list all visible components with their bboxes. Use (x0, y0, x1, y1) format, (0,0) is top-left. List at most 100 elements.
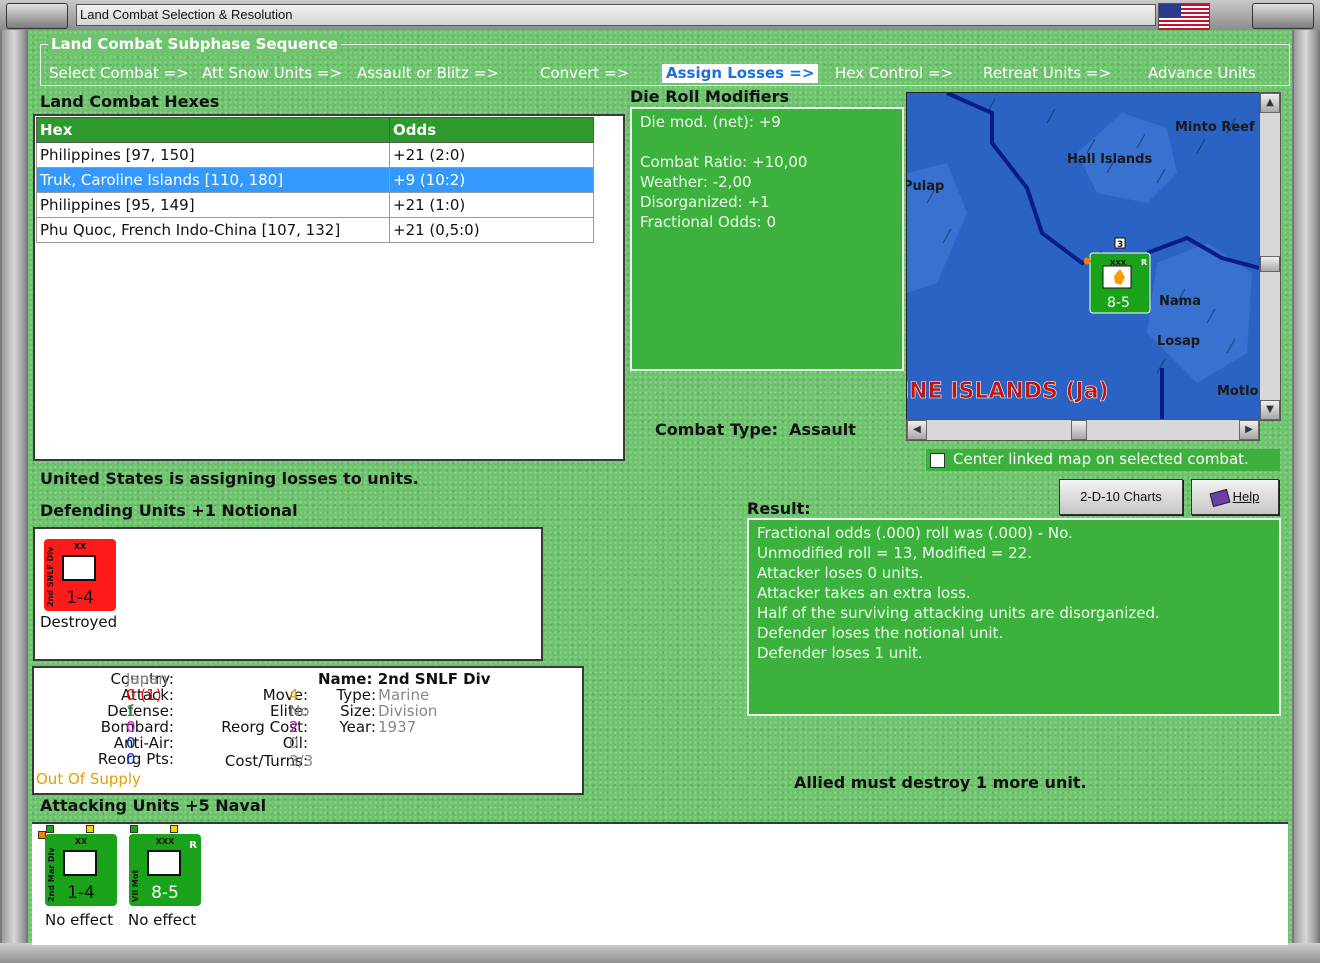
map-label: Motlo (1217, 384, 1259, 399)
charts-button[interactable]: 2-D-10 Charts (1059, 479, 1183, 515)
result-line: Defender loses the notional unit. (757, 624, 1004, 642)
map-label: Minto Reef (1175, 120, 1255, 135)
combat-panel: Land Combat Subphase Sequence Select Com… (28, 30, 1292, 945)
attacking-title: Attacking Units +5 Naval (40, 796, 267, 815)
help-book-icon (1209, 488, 1231, 507)
marker-icon (170, 825, 178, 833)
marker-icon (46, 825, 54, 833)
unit-supply: Out Of Supply (36, 770, 141, 788)
marker-icon (130, 825, 138, 833)
map-hscroll[interactable]: ◀ ▶ (906, 419, 1260, 441)
die-mod-net: Die mod. (net): +9 (640, 113, 781, 131)
allied-message: Allied must destroy 1 more unit. (794, 773, 1087, 792)
hexes-list: Hex Odds Philippines [97, 150] +21 (2:0) … (33, 114, 625, 461)
map-label: Pulap (907, 179, 944, 194)
weather-mod: Weather: -2,00 (640, 173, 752, 191)
scroll-down-icon[interactable]: ▼ (1260, 400, 1280, 420)
map-label: Nama (1159, 294, 1201, 309)
combat-type: Combat Type: Assault (655, 420, 856, 439)
table-row[interactable]: Philippines [97, 150] +21 (2:0) (36, 142, 594, 168)
game-window: Land Combat Selection & Resolution Land … (0, 0, 1320, 963)
result-line: Half of the surviving attacking units ar… (757, 604, 1160, 622)
combat-type-label: Combat Type: (655, 420, 779, 439)
motorized-symbol-icon (147, 850, 181, 876)
marine-symbol-icon (62, 555, 96, 581)
hex-cell: Phu Quoc, French Indo-China [107, 132] (36, 217, 390, 243)
hscroll-thumb[interactable] (1071, 420, 1087, 440)
title-bar: Land Combat Selection & Resolution (0, 0, 1320, 31)
status-text: United States is assigning losses to uni… (40, 469, 419, 488)
defending-units-box: XX 2nd SNLF Div 1-4 Destroyed (33, 527, 543, 661)
odds-cell: +21 (1:0) (389, 192, 594, 218)
table-row[interactable]: Philippines [95, 149] +21 (1:0) (36, 192, 594, 218)
map-label: Losap (1157, 334, 1200, 349)
svg-text:XXX: XXX (1110, 259, 1127, 267)
close-button[interactable] (1252, 3, 1314, 29)
result-line: Defender loses 1 unit. (757, 644, 923, 662)
hex-cell: Truk, Caroline Islands [110, 180] (36, 167, 390, 193)
col-hex[interactable]: Hex (36, 117, 390, 143)
svg-text:R: R (1141, 258, 1147, 267)
help-button[interactable]: Help (1191, 479, 1279, 515)
defending-title: Defending Units +1 Notional (40, 501, 298, 520)
marker-icon (86, 825, 94, 833)
hexes-header-row: Hex Odds (36, 117, 594, 143)
seq-step-att-snow: Att Snow Units => (202, 64, 343, 82)
map-unit-counter[interactable]: XXX R 8-5 3 (1083, 237, 1151, 314)
scroll-right-icon[interactable]: ▶ (1239, 420, 1259, 440)
seq-step-advance: Advance Units (1148, 64, 1256, 82)
defending-unit-status: Destroyed (40, 613, 118, 631)
odds-cell: +9 (10:2) (389, 167, 594, 193)
map-vscroll[interactable]: ▲ ▼ (1259, 92, 1281, 421)
unit-reorg-pts: 0 (126, 750, 136, 768)
result-line: Unmodified roll = 13, Modified = 22. (757, 544, 1032, 562)
hex-cell: Philippines [97, 150] (36, 142, 390, 168)
seq-step-assign-losses: Assign Losses => (662, 64, 819, 83)
sequence-title: Land Combat Subphase Sequence (48, 35, 341, 53)
scroll-up-icon[interactable]: ▲ (1260, 93, 1280, 113)
seq-step-retreat: Retreat Units => (983, 64, 1112, 82)
result-title: Result: (747, 499, 811, 518)
hexes-title: Land Combat Hexes (40, 92, 220, 111)
result-box: Fractional odds (.000) roll was (.000) -… (747, 518, 1281, 716)
help-label: Help (1232, 489, 1260, 504)
col-odds[interactable]: Odds (389, 117, 594, 143)
attacking-units-box: XX 2nd Mar Div 1-4 No effect XXX R VII M… (32, 822, 1288, 945)
attacking-unit-status: No effect (128, 911, 197, 929)
hex-cell: Philippines [95, 149] (36, 192, 390, 218)
center-linked-row[interactable]: Center linked map on selected combat. (926, 449, 1280, 471)
vscroll-thumb[interactable] (1260, 256, 1280, 272)
left-border (2, 30, 26, 963)
map-region-label: INE ISLANDS (Ja) (907, 379, 1109, 404)
seq-step-select-combat: Select Combat => (49, 64, 189, 82)
seq-step-assault-blitz: Assault or Blitz => (357, 64, 499, 82)
window-title: Land Combat Selection & Resolution (76, 4, 1156, 26)
unit-info-box: Country: Japan Attack: 0 (1) Defense: 1 … (32, 666, 584, 795)
map-svg: Minto Reef Hall Islands Pulap Nama Losap… (907, 93, 1259, 420)
center-linked-label: Center linked map on selected combat. (953, 450, 1249, 468)
right-border (1294, 30, 1318, 963)
unit-cost-turns: 3/3 (289, 752, 314, 770)
svg-text:3: 3 (1117, 240, 1123, 250)
combat-type-value: Assault (789, 420, 856, 439)
linked-map[interactable]: Minto Reef Hall Islands Pulap Nama Losap… (906, 92, 1260, 421)
attacking-unit-counter[interactable]: XX 2nd Mar Div 1-4 (45, 834, 117, 906)
seq-step-convert: Convert => (540, 64, 630, 82)
map-label: Hall Islands (1067, 152, 1152, 167)
defending-unit-counter[interactable]: XX 2nd SNLF Div 1-4 (44, 539, 116, 611)
fractional-odds-mod: Fractional Odds: 0 (640, 213, 777, 231)
combat-ratio: Combat Ratio: +10,00 (640, 153, 808, 171)
window-menu-button[interactable] (6, 3, 68, 29)
table-row-selected[interactable]: Truk, Caroline Islands [110, 180] +9 (10:… (36, 167, 594, 193)
attacking-unit-counter[interactable]: XXX R VII Mot 8-5 (129, 834, 201, 906)
disorganized-mod: Disorganized: +1 (640, 193, 770, 211)
result-line: Attacker takes an extra loss. (757, 584, 971, 602)
table-row[interactable]: Phu Quoc, French Indo-China [107, 132] +2… (36, 217, 594, 243)
center-linked-checkbox[interactable] (930, 453, 945, 468)
die-roll-box: Die mod. (net): +9 Combat Ratio: +10,00 … (630, 107, 904, 371)
hexes-table: Hex Odds Philippines [97, 150] +21 (2:0) … (36, 117, 594, 243)
scroll-left-icon[interactable]: ◀ (907, 420, 927, 440)
svg-text:8-5: 8-5 (1107, 295, 1130, 311)
seq-step-hex-control: Hex Control => (835, 64, 954, 82)
die-roll-title: Die Roll Modifiers (630, 87, 790, 106)
